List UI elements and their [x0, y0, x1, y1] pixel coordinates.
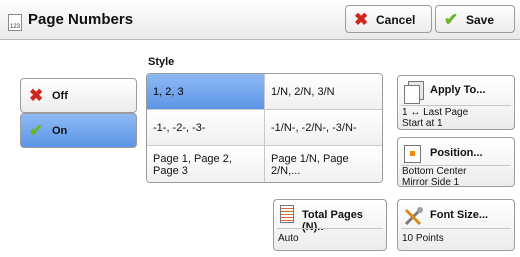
off-button[interactable]: ✖ Off	[20, 78, 137, 113]
font-size-divider	[401, 228, 511, 229]
style-option-dash-n[interactable]: -1/N-, -2/N-, -3/N-	[265, 110, 382, 146]
on-check-icon: ✔	[29, 121, 44, 140]
font-size-tools-icon	[404, 207, 423, 226]
style-option-label: -1/N-, -2/N-, -3/N-	[271, 121, 357, 134]
style-heading: Style	[148, 56, 175, 68]
style-option-label: -1-, -2-, -3-	[153, 121, 206, 134]
off-x-icon: ✖	[29, 86, 44, 105]
style-options-grid: 1, 2, 3 1/N, 2/N, 3/N -1-, -2-, -3- -1/N…	[146, 73, 383, 183]
style-option-page-n[interactable]: Page 1, Page 2, Page 3	[147, 146, 265, 182]
font-size-button[interactable]: Font Size... 10 Points	[397, 199, 515, 251]
title-bar: 123 Page Numbers ✖ Cancel ✔ Save	[0, 0, 520, 40]
cancel-x-icon: ✖	[354, 10, 369, 29]
apply-to-start: Start at 1	[402, 118, 443, 129]
font-size-title: Font Size...	[430, 209, 489, 221]
total-pages-divider	[277, 228, 383, 229]
document-stack-icon-front	[404, 85, 420, 104]
style-option-1n-2n-3n[interactable]: 1/N, 2/N, 3/N	[265, 74, 382, 110]
cancel-button[interactable]: ✖ Cancel	[345, 5, 432, 33]
font-size-value: 10 Points	[402, 233, 444, 244]
cancel-label: Cancel	[376, 13, 416, 27]
save-check-icon: ✔	[444, 10, 459, 29]
page-numbers-icon: 123	[8, 14, 22, 31]
total-pages-icon	[280, 205, 294, 223]
apply-to-button[interactable]: Apply To... 1 ↔ Last Page Start at 1	[397, 75, 515, 130]
off-label: Off	[52, 90, 68, 102]
position-button[interactable]: Position... Bottom Center Mirror Side 1	[397, 137, 515, 188]
style-option-label: Page 1/N, Page 2/N,...	[271, 153, 349, 177]
save-button[interactable]: ✔ Save	[435, 5, 515, 33]
save-label: Save	[466, 13, 495, 27]
apply-to-divider	[401, 105, 511, 106]
style-option-label: 1/N, 2/N, 3/N	[271, 85, 335, 98]
on-button[interactable]: ✔ On	[20, 113, 137, 148]
page-title: Page Numbers	[28, 11, 134, 28]
position-icon	[404, 145, 421, 163]
style-option-dash[interactable]: -1-, -2-, -3-	[147, 110, 265, 146]
position-title: Position...	[430, 147, 483, 159]
position-mirror: Mirror Side 1	[402, 177, 460, 188]
style-option-label: Page 1, Page 2, Page 3	[153, 153, 232, 177]
apply-to-title: Apply To...	[430, 84, 486, 96]
total-pages-value: Auto	[278, 233, 299, 244]
total-pages-title: Total Pages (N)..	[302, 209, 363, 233]
on-label: On	[52, 125, 68, 137]
style-option-1-2-3[interactable]: 1, 2, 3	[147, 74, 265, 110]
style-option-page-n-of-n[interactable]: Page 1/N, Page 2/N,...	[265, 146, 382, 182]
style-option-label: 1, 2, 3	[153, 85, 184, 98]
total-pages-button[interactable]: Total Pages (N).. Auto	[273, 199, 387, 251]
